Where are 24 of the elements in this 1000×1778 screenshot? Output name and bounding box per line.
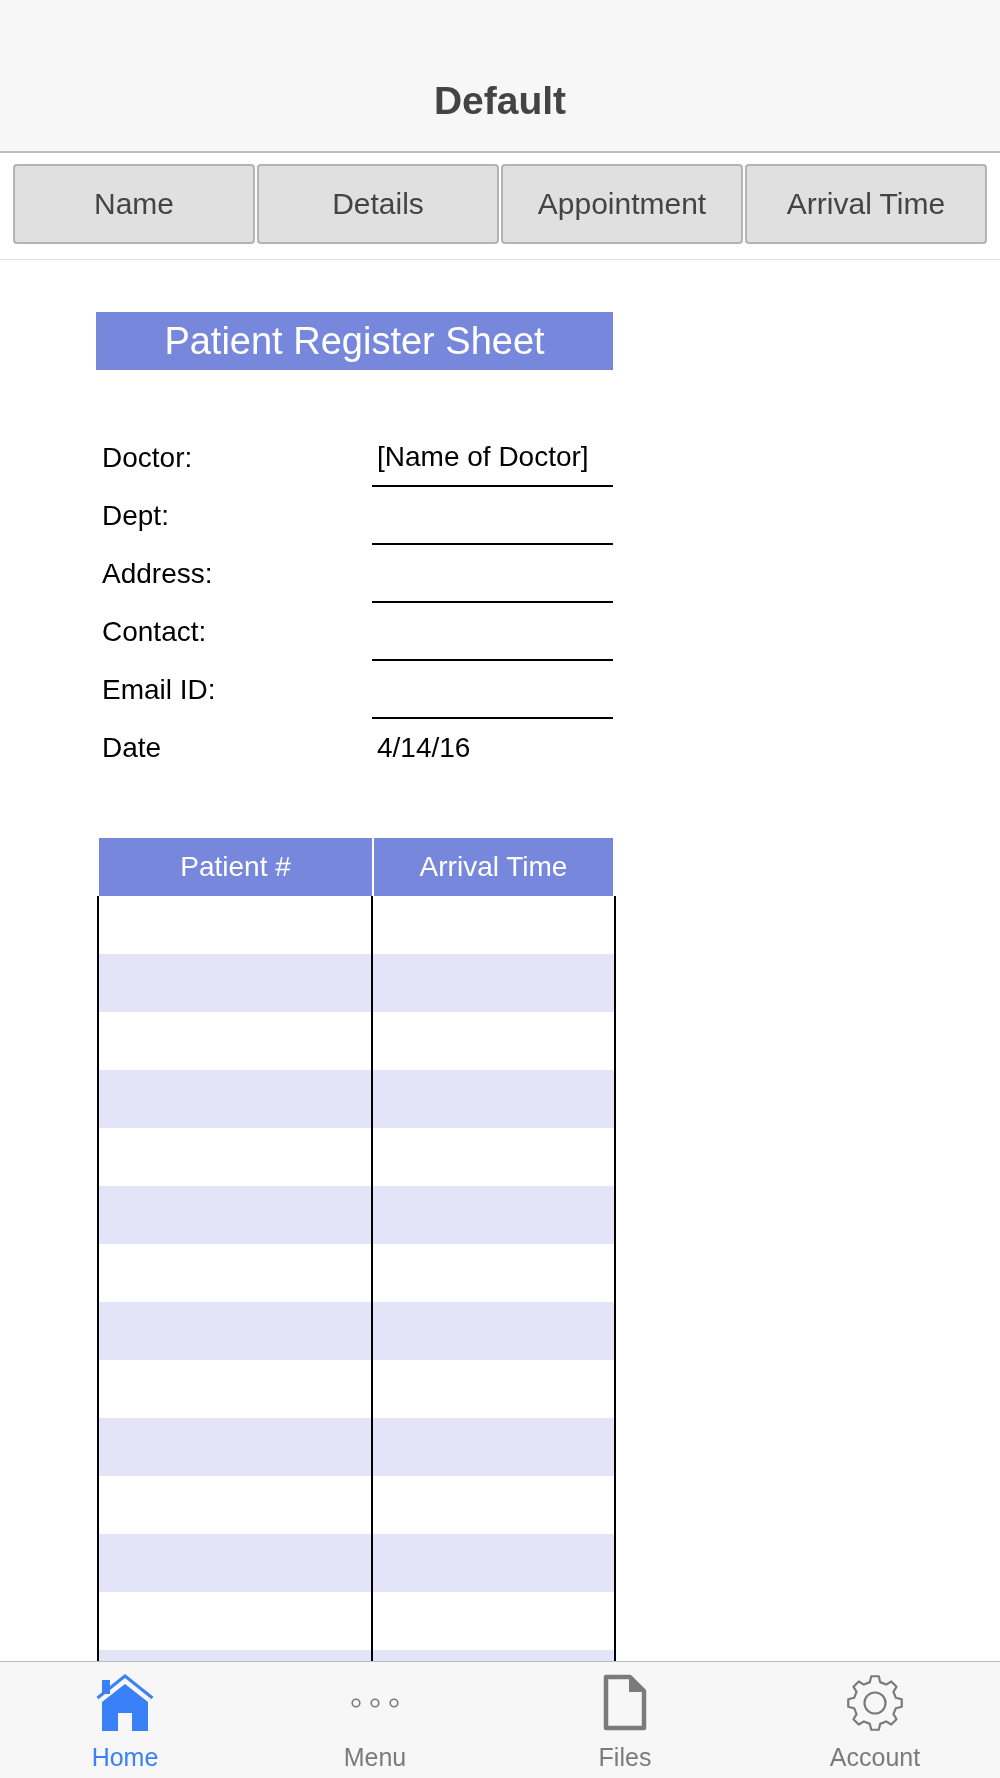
segment-button[interactable]: Appointment	[501, 164, 743, 244]
field-label: Contact:	[101, 615, 208, 649]
sheet-title: Patient Register Sheet	[96, 312, 613, 370]
tab-bar-item[interactable]: Files	[500, 1662, 750, 1778]
gear-icon	[846, 1673, 904, 1732]
document-icon	[603, 1674, 647, 1731]
tab-bar-item[interactable]: Menu	[250, 1662, 500, 1778]
tab-bar-item[interactable]: Account	[750, 1662, 1000, 1778]
column-header: Arrival Time	[374, 838, 613, 896]
segment-button[interactable]: Arrival Time	[745, 164, 987, 244]
field-value: 4/14/16	[376, 731, 471, 765]
page-title: Default	[432, 81, 568, 120]
home-icon	[96, 1674, 154, 1731]
field-label: Email ID:	[101, 673, 217, 707]
more-icon	[351, 1697, 399, 1708]
tab-bar-item[interactable]: Home	[0, 1662, 250, 1778]
segment-button[interactable]: Details	[257, 164, 499, 244]
segment-button[interactable]: Name	[13, 164, 255, 244]
field-label: Address:	[101, 557, 214, 591]
column-header: Patient #	[99, 838, 372, 896]
field-label: Doctor:	[101, 441, 194, 475]
field-label: Date	[101, 731, 163, 765]
fill-in-line: [Name of Doctor]	[372, 429, 613, 487]
field-label: Dept:	[101, 499, 170, 533]
